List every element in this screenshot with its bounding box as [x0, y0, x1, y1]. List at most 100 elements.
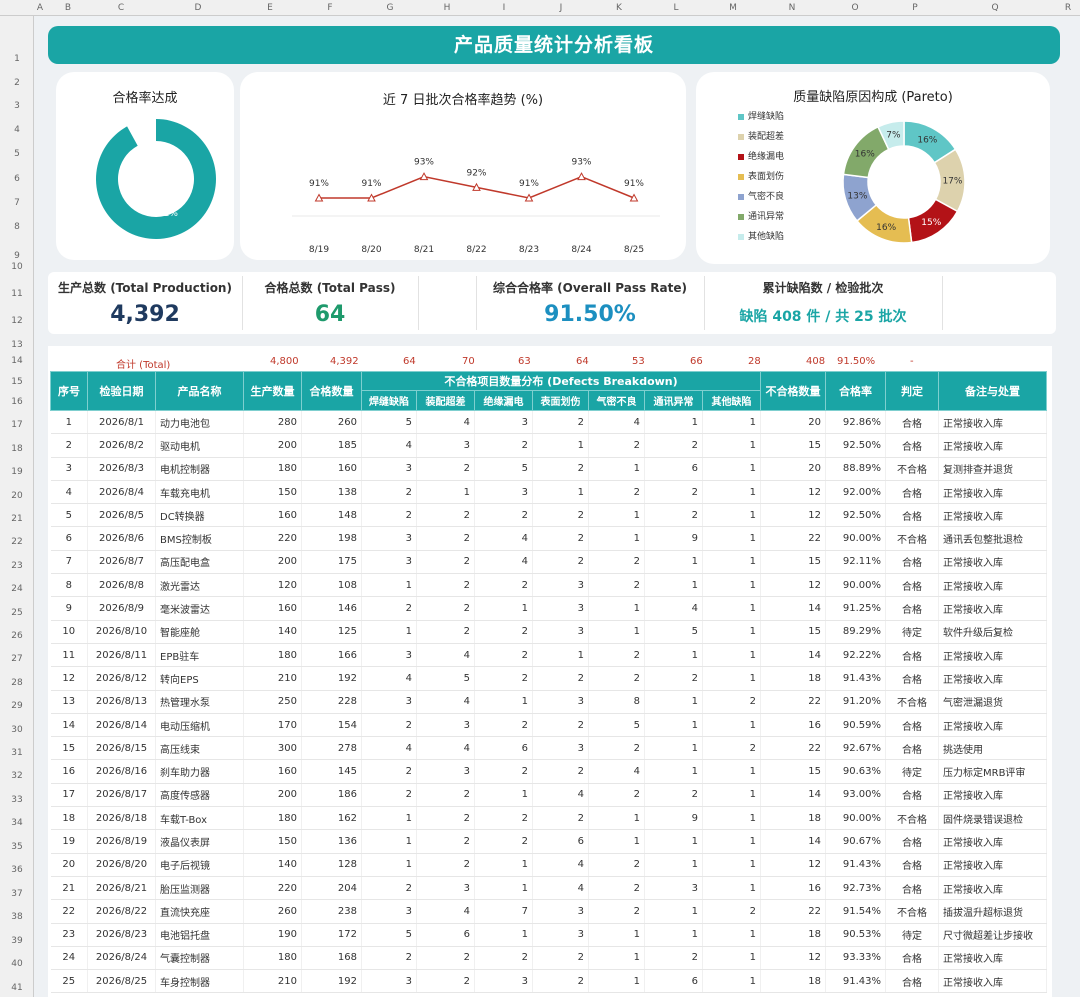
table-cell[interactable]: 150: [243, 829, 302, 854]
table-cell[interactable]: 正常接收入库: [938, 573, 1047, 598]
table-cell[interactable]: 2: [416, 829, 475, 854]
column-header[interactable]: K: [609, 0, 629, 16]
table-cell[interactable]: 1: [416, 480, 475, 505]
table-cell[interactable]: 166: [301, 643, 362, 668]
table-cell[interactable]: 210: [243, 969, 302, 994]
table-cell[interactable]: 90.53%: [825, 923, 886, 947]
table-cell[interactable]: 154: [301, 713, 362, 738]
table-cell[interactable]: 3: [532, 923, 589, 947]
table-cell[interactable]: 9: [644, 806, 703, 831]
table-cell[interactable]: 2: [702, 899, 761, 924]
table-cell[interactable]: 2: [416, 457, 475, 481]
row-header[interactable]: 25: [0, 608, 34, 618]
table-cell[interactable]: 1: [644, 410, 703, 435]
row-header[interactable]: 20: [0, 491, 34, 501]
table-cell[interactable]: 1: [702, 969, 761, 994]
table-cell[interactable]: 1: [588, 829, 645, 854]
table-cell[interactable]: 转向EPS: [155, 666, 244, 691]
table-cell[interactable]: 160: [243, 759, 302, 784]
table-row[interactable]: 11 2026/8/11 EPB驻车 180 166 3 4 2 1 2 1 1 14 92.22% 合格正…: [50, 643, 1047, 668]
table-cell[interactable]: 液晶仪表屏: [155, 829, 244, 854]
table-cell[interactable]: 2: [416, 526, 475, 551]
table-cell[interactable]: 2: [702, 690, 761, 714]
table-row[interactable]: 23 2026/8/23 电池铝托盘 190 172 5 6 1 3 1 1 1 18 90.53% 待定尺…: [50, 923, 1047, 947]
table-cell[interactable]: 2: [361, 713, 417, 738]
table-cell[interactable]: 正常接收入库: [938, 503, 1047, 528]
table-cell[interactable]: 2: [416, 783, 475, 808]
column-header[interactable]: P: [905, 0, 925, 16]
table-cell[interactable]: 正常接收入库: [938, 410, 1047, 435]
column-header[interactable]: A: [30, 0, 50, 16]
table-cell[interactable]: 软件升级后复检: [938, 620, 1047, 644]
table-cell[interactable]: 3: [361, 550, 417, 575]
table-cell[interactable]: 18: [760, 923, 826, 947]
row-header[interactable]: 31: [0, 748, 34, 758]
table-cell[interactable]: 2026/8/23: [87, 923, 156, 947]
row-header[interactable]: 26: [0, 631, 34, 641]
table-cell[interactable]: 93.33%: [825, 946, 886, 971]
table-row[interactable]: 4 2026/8/4 车载充电机 150 138 2 1 3 1 2 2 1 12 92.00% 合格 正常接…: [50, 480, 1047, 505]
table-cell[interactable]: 2: [416, 969, 475, 994]
table-cell[interactable]: 14: [760, 643, 826, 668]
table-cell[interactable]: 1: [644, 853, 703, 877]
table-cell[interactable]: 3: [361, 690, 417, 714]
table-cell[interactable]: 2026/8/5: [87, 503, 156, 528]
table-cell[interactable]: 91.43%: [825, 969, 886, 994]
table-cell[interactable]: 92.73%: [825, 876, 886, 901]
row-header[interactable]: 8: [0, 222, 34, 232]
row-header[interactable]: 22: [0, 537, 34, 547]
table-cell[interactable]: 125: [301, 620, 362, 644]
row-header[interactable]: 35: [0, 842, 34, 852]
column-header[interactable]: C: [111, 0, 131, 16]
table-cell[interactable]: 2: [588, 573, 645, 598]
table-cell[interactable]: 20: [760, 457, 826, 481]
table-cell[interactable]: 正常接收入库: [938, 783, 1047, 808]
table-cell[interactable]: 智能座舱: [155, 620, 244, 644]
table-cell[interactable]: 3: [644, 876, 703, 901]
table-cell[interactable]: 204: [301, 876, 362, 901]
table-cell[interactable]: 不合格: [885, 526, 939, 551]
table-cell[interactable]: 复测排查并退货: [938, 457, 1047, 481]
table-cell[interactable]: 1: [702, 643, 761, 668]
table-cell[interactable]: 22: [760, 899, 826, 924]
table-cell[interactable]: 88.89%: [825, 457, 886, 481]
table-cell[interactable]: 2: [361, 783, 417, 808]
table-cell[interactable]: 2026/8/1: [87, 410, 156, 435]
table-cell[interactable]: 1: [361, 853, 417, 877]
table-cell[interactable]: 3: [474, 480, 533, 505]
column-header[interactable]: R: [1058, 0, 1078, 16]
table-cell[interactable]: 220: [243, 876, 302, 901]
table-cell[interactable]: 合格: [885, 736, 939, 761]
table-cell[interactable]: 20: [760, 410, 826, 435]
table-cell[interactable]: 2026/8/13: [87, 690, 156, 714]
table-cell[interactable]: 正常接收入库: [938, 946, 1047, 971]
table-cell[interactable]: 合格: [885, 946, 939, 971]
table-cell[interactable]: 1: [702, 923, 761, 947]
table-cell[interactable]: 180: [243, 643, 302, 668]
table-cell[interactable]: 1: [588, 457, 645, 481]
table-cell[interactable]: 1: [702, 946, 761, 971]
table-cell[interactable]: 160: [243, 503, 302, 528]
table-cell[interactable]: 2026/8/25: [87, 969, 156, 994]
table-cell[interactable]: 2: [532, 806, 589, 831]
table-cell[interactable]: 5: [50, 503, 88, 528]
table-cell[interactable]: 18: [760, 969, 826, 994]
table-cell[interactable]: 1: [588, 806, 645, 831]
table-cell[interactable]: 5: [361, 410, 417, 435]
table-cell[interactable]: 20: [50, 853, 88, 877]
table-cell[interactable]: 2: [588, 643, 645, 668]
table-cell[interactable]: 合格: [885, 969, 939, 994]
table-cell[interactable]: 6: [416, 923, 475, 947]
table-cell[interactable]: 1: [702, 713, 761, 738]
table-cell[interactable]: 激光雷达: [155, 573, 244, 598]
table-cell[interactable]: 91.43%: [825, 853, 886, 877]
table-cell[interactable]: 90.00%: [825, 526, 886, 551]
table-cell[interactable]: 1: [588, 620, 645, 644]
table-cell[interactable]: 15: [760, 620, 826, 644]
table-cell[interactable]: 2: [416, 503, 475, 528]
table-cell[interactable]: 2026/8/16: [87, 759, 156, 784]
table-cell[interactable]: 22: [760, 526, 826, 551]
table-cell[interactable]: 3: [532, 690, 589, 714]
row-header[interactable]: 23: [0, 561, 34, 571]
table-cell[interactable]: 2: [361, 876, 417, 901]
